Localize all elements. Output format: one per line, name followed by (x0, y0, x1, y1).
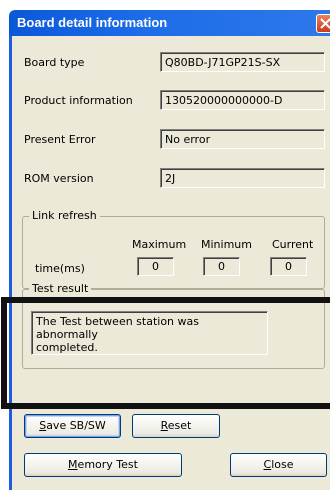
close-x-icon (320, 18, 330, 29)
close-label: lose (271, 458, 294, 471)
title-bar: Board detail information (9, 10, 330, 36)
link-refresh-group: Link refresh Maximum Minimum Current tim… (22, 209, 325, 289)
present-error-label: Present Error (24, 133, 96, 146)
save-sb-sw-button[interactable]: Save SB/SW (24, 414, 121, 438)
memory-test-button[interactable]: Memory Test (24, 453, 182, 477)
close-button[interactable]: Close (230, 453, 327, 477)
present-error-field: No error (160, 129, 325, 149)
minimum-value: 0 (203, 257, 240, 276)
board-type-field: Q80BD-J71GP21S-SX (160, 52, 325, 72)
test-result-title: Test result (29, 282, 92, 295)
reset-button[interactable]: Reset (132, 414, 220, 438)
reset-label: eset (167, 419, 192, 432)
product-info-label: Product information (24, 94, 133, 107)
maximum-header: Maximum (132, 238, 187, 251)
product-info-field: 130520000000000-D (160, 90, 325, 110)
minimum-header: Minimum (201, 238, 252, 251)
maximum-value: 0 (137, 257, 174, 276)
window-title: Board detail information (17, 15, 168, 30)
rom-version-field: 2J (160, 168, 325, 188)
current-header: Current (272, 238, 314, 251)
memory-hotkey: M (68, 458, 78, 471)
dialog-body: Board type Q80BD-J71GP21S-SX Product inf… (9, 36, 330, 490)
current-value: 0 (270, 257, 307, 276)
save-label: ave SB/SW (46, 419, 106, 432)
time-ms-label: time(ms) (35, 262, 85, 275)
link-refresh-title: Link refresh (29, 209, 100, 222)
window-close-button[interactable] (316, 14, 330, 33)
rom-version-label: ROM version (24, 172, 94, 185)
memory-label: emory Test (77, 458, 138, 471)
reset-hotkey: R (160, 419, 168, 432)
test-result-highlight-frame (1, 297, 330, 409)
board-type-label: Board type (24, 56, 85, 69)
